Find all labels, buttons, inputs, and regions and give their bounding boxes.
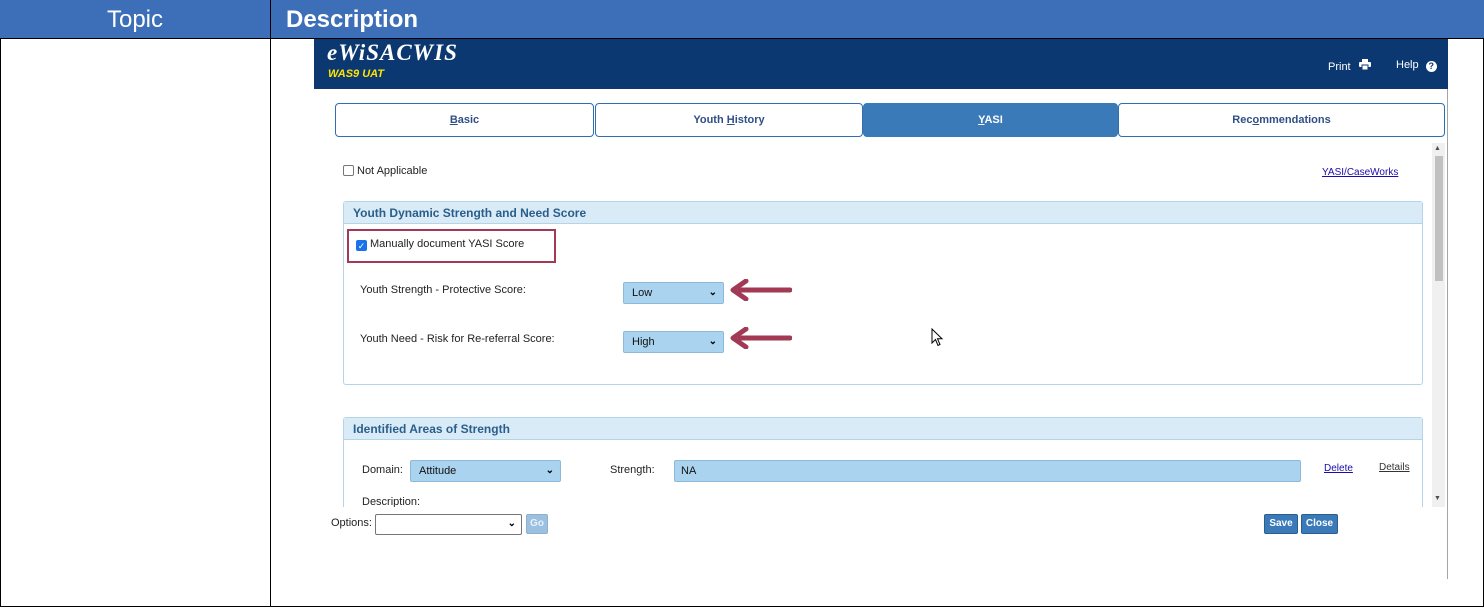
printer-icon	[1358, 59, 1371, 73]
not-applicable-row[interactable]: Not Applicable	[343, 165, 427, 177]
manual-score-checkbox[interactable]: ✓	[356, 240, 367, 251]
not-applicable-checkbox[interactable]	[343, 165, 354, 176]
description-header: Description	[286, 6, 419, 33]
annotation-arrow-icon	[730, 279, 792, 301]
topic-header: Topic	[106, 6, 164, 33]
print-button[interactable]: Print	[1328, 59, 1371, 73]
annotation-arrow-icon	[730, 327, 792, 349]
manual-score-row[interactable]: ✓ Manually document YASI Score	[356, 238, 524, 251]
need-score-value: High	[632, 336, 655, 348]
tab-yasi[interactable]: YASI	[863, 103, 1118, 137]
chevron-down-icon: ⌄	[708, 287, 717, 298]
scroll-down-icon[interactable]: ▼	[1434, 495, 1441, 502]
need-score-select[interactable]: High ⌄	[623, 331, 724, 353]
help-button[interactable]: Help ?	[1396, 59, 1437, 72]
manual-score-label: Manually document YASI Score	[370, 238, 525, 250]
mouse-cursor-icon	[931, 328, 944, 347]
options-label: Options:	[331, 517, 372, 529]
tab-basic[interactable]: Basic	[335, 103, 594, 137]
content-area: Not Applicable YASI/CaseWorks Youth Dyna…	[314, 143, 1432, 507]
scroll-up-icon[interactable]: ▲	[1434, 145, 1441, 152]
domain-value: Attitude	[419, 465, 457, 477]
app-logo: eWiSACWIS	[327, 40, 458, 65]
vertical-scrollbar[interactable]: ▲ ▼	[1432, 143, 1445, 507]
score-panel-title: Youth Dynamic Strength and Need Score	[344, 202, 1422, 224]
strength-score-label: Youth Strength - Protective Score:	[360, 284, 526, 296]
document-header: Topic Description	[0, 0, 1484, 38]
strength-input[interactable]: NA	[674, 460, 1301, 482]
chevron-down-icon: ⌄	[507, 518, 516, 529]
close-button[interactable]: Close	[1301, 514, 1338, 534]
tab-bar: Basic Youth History YASI Recommendations	[335, 103, 1445, 137]
scroll-thumb[interactable]	[1435, 156, 1443, 281]
description-label: Description:	[362, 496, 421, 507]
delete-link[interactable]: Delete	[1324, 463, 1353, 474]
environment-label: WAS9 UAT	[328, 68, 385, 80]
need-score-label: Youth Need - Risk for Re-referral Score:	[360, 333, 555, 345]
strength-score-value: Low	[632, 287, 653, 299]
chevron-down-icon: ⌄	[545, 465, 554, 476]
strength-areas-panel: Identified Areas of Strength Domain: Att…	[343, 417, 1423, 507]
save-button[interactable]: Save	[1264, 514, 1298, 534]
column-divider	[270, 0, 271, 607]
tab-recommendations[interactable]: Recommendations	[1118, 103, 1445, 137]
yasi-caseworks-link[interactable]: YASI/CaseWorks	[1322, 167, 1398, 178]
app-window: eWiSACWIS WAS9 UAT Print Help ? Basic Yo…	[314, 39, 1448, 579]
strength-areas-title: Identified Areas of Strength	[344, 418, 1422, 440]
go-button[interactable]: Go	[526, 514, 548, 534]
tab-youth-history[interactable]: Youth History	[595, 103, 863, 137]
app-banner: eWiSACWIS WAS9 UAT Print Help ?	[314, 39, 1448, 89]
strength-label: Strength:	[610, 464, 655, 476]
details-link[interactable]: Details	[1379, 462, 1410, 473]
help-label: Help	[1396, 59, 1419, 71]
domain-label: Domain:	[362, 464, 403, 476]
score-panel: Youth Dynamic Strength and Need Score ✓ M…	[343, 201, 1423, 385]
domain-select[interactable]: Attitude ⌄	[410, 460, 561, 482]
print-label: Print	[1328, 61, 1351, 73]
options-select[interactable]: ⌄	[375, 514, 522, 535]
strength-score-select[interactable]: Low ⌄	[623, 282, 724, 304]
not-applicable-label: Not Applicable	[357, 165, 428, 177]
question-icon: ?	[1425, 61, 1437, 72]
chevron-down-icon: ⌄	[708, 336, 717, 347]
